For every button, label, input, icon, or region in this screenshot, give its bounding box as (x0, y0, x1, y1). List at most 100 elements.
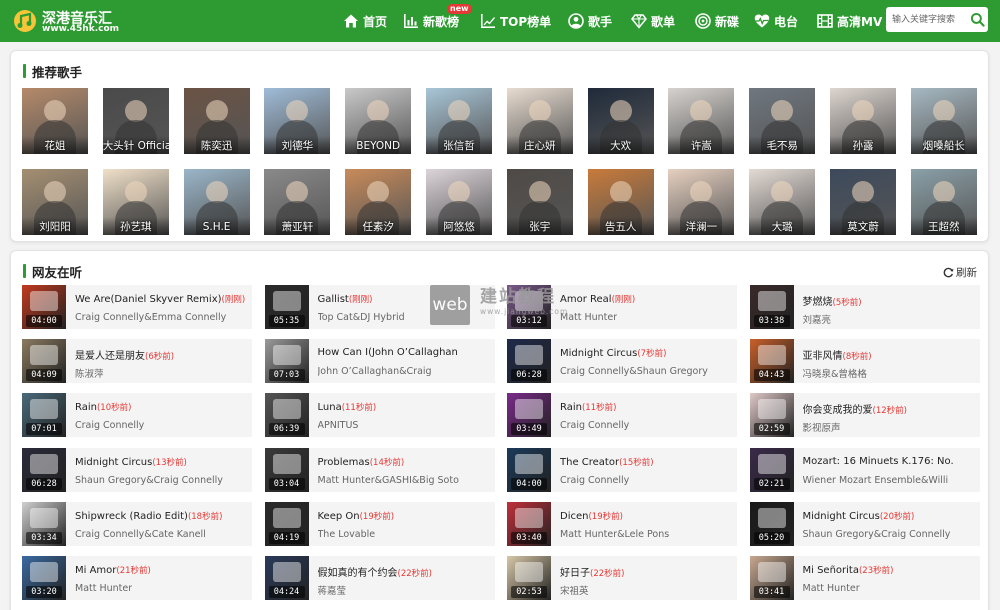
singer-photo-head (205, 100, 228, 122)
search-input[interactable] (886, 7, 966, 32)
song-title: Midnight Circus (560, 348, 638, 360)
singer-card[interactable]: 花姐 (22, 88, 88, 154)
singer-card[interactable]: 毛不易 (749, 88, 816, 154)
cover-art-detail (515, 345, 543, 366)
song-artist: The Lovable (317, 528, 376, 540)
singer-card[interactable]: 任素汐 (345, 169, 412, 235)
song-play-time: (15秒前) (619, 457, 654, 468)
song-title-line: Keep On(19秒前) (318, 510, 395, 522)
song-cover: 06:28 (22, 447, 66, 492)
singer-card[interactable]: S.H.E (183, 169, 250, 235)
song-item[interactable]: 04:09 是爱人还是朋友(6秒前) 陈淑萍 (22, 339, 252, 384)
search-icon[interactable] (970, 12, 985, 27)
song-item[interactable]: 06:28 Midnight Circus(7秒前) Craig Connelly&… (507, 339, 737, 384)
nav-top-charts[interactable]: TOP榜单 (480, 0, 551, 42)
singer-card[interactable]: 王超然 (910, 169, 977, 235)
singer-card[interactable]: 张信哲 (426, 88, 492, 154)
site-logo[interactable]: 深港音乐汇 www.45hk.com (12, 6, 122, 36)
song-title: Gallist (317, 294, 349, 305)
singer-card[interactable]: 刘德华 (264, 88, 331, 154)
singer-photo-head (44, 181, 66, 203)
song-item[interactable]: 03:04 Problemas(14秒前) Matt Hunter&GASHI&Bi… (264, 447, 495, 492)
singer-card[interactable]: 孙艺琪 (102, 169, 169, 235)
song-item[interactable]: 05:20 Midnight Circus(20秒前) Shaun Gregory&… (749, 501, 980, 546)
song-cover: 03:40 (507, 501, 551, 546)
singer-name: 阿悠悠 (426, 217, 492, 235)
cover-art-detail (30, 399, 58, 420)
singer-card[interactable]: 告五人 (587, 169, 654, 235)
song-item[interactable]: 02:59 你会变成我的爱(12秒前) 影视原声 (749, 393, 980, 438)
singer-card[interactable]: BEYOND (345, 88, 412, 154)
song-title-line: Luna(11秒前) (318, 401, 377, 413)
song-duration: 07:03 (268, 369, 305, 382)
song-item[interactable]: 06:39 Luna(11秒前) APNITUS (264, 393, 495, 438)
new-badge: new (447, 4, 472, 14)
song-play-time: (6秒前) (145, 352, 175, 363)
singer-card[interactable]: 大璐 (749, 169, 816, 235)
refresh-label: 刷新 (956, 267, 977, 279)
song-artist: 陈淑萍 (75, 369, 104, 381)
nav-radio[interactable]: 电台 (754, 0, 798, 42)
song-item[interactable]: 02:21 Mozart: 16 Minuets K.176: No. Wiener… (749, 447, 980, 492)
singer-photo-head (528, 100, 551, 122)
song-title-line: 亚非风情(8秒前) (803, 347, 872, 362)
song-cover: 03:38 (749, 285, 794, 329)
singer-name: 陈奕迅 (183, 136, 250, 154)
song-item[interactable]: 07:03 How Can I(John O’Callaghan John O’Ca… (264, 339, 495, 384)
nav-playlists[interactable]: 歌单 (631, 0, 675, 42)
song-item[interactable]: 07:01 Rain(10秒前) Craig Connelly (22, 393, 252, 438)
singer-card[interactable]: 洋澜一 (668, 169, 735, 235)
song-item[interactable]: 04:19 Keep On(19秒前) The Lovable (264, 501, 495, 546)
refresh-icon (943, 267, 954, 278)
song-item[interactable]: 04:00 We Are(Daniel Skyver Remix)(刚刚) Crai… (22, 285, 252, 329)
song-item[interactable]: 03:20 Mi Amor(21秒前) Matt Hunter (22, 556, 252, 600)
singer-card[interactable]: 庄心妍 (506, 88, 573, 154)
song-title-line: Mozart: 16 Minuets K.176: No. (803, 456, 954, 467)
singer-name: 孙艺琪 (102, 217, 169, 235)
song-duration: 04:00 (511, 477, 547, 490)
song-artist: Shaun Gregory&Craig Connelly (802, 528, 951, 540)
singer-card[interactable]: 大头针 Official (102, 88, 169, 154)
song-play-time: (11秒前) (341, 403, 377, 414)
song-item[interactable]: 06:28 Midnight Circus(13秒前) Shaun Gregory&… (22, 447, 252, 492)
song-artist: 刘嘉亮 (802, 315, 832, 326)
song-item[interactable]: 03:34 Shipwreck (Radio Edit)(18秒前) Craig C… (22, 501, 252, 546)
singer-photo-head (448, 181, 470, 203)
singer-card[interactable]: 张宇 (506, 169, 573, 235)
singer-card[interactable]: 大欢 (587, 88, 654, 154)
section-title: 推荐歌手 (32, 64, 83, 80)
nav-singers[interactable]: 歌手 (568, 0, 612, 42)
song-item[interactable]: 04:43 亚非风情(8秒前) 冯晓泉&曾格格 (749, 339, 980, 384)
nav-new-albums[interactable]: 新碟 (695, 0, 739, 42)
song-cover: 02:21 (749, 447, 794, 492)
song-item[interactable]: 04:00 The Creator(15秒前) Craig Connelly (507, 447, 737, 492)
nav-home[interactable]: 首页 (343, 0, 387, 42)
song-item[interactable]: 03:41 Mi Señorita(23秒前) Matt Hunter (749, 556, 980, 600)
singer-name: 刘德华 (264, 136, 331, 154)
song-item[interactable]: 03:49 Rain(11秒前) Craig Connelly (507, 393, 737, 438)
song-item[interactable]: 03:40 Dicen(19秒前) Matt Hunter&Lele Pons (507, 501, 737, 546)
song-play-time: (刚刚) (221, 295, 246, 305)
nav-new-songs[interactable]: 新歌榜 new (403, 0, 472, 42)
singer-card[interactable]: 陈奕迅 (183, 88, 250, 154)
cover-art-detail (30, 291, 58, 311)
song-artist: John O’Callaghan&Craig (317, 366, 432, 378)
cover-art-detail (272, 453, 301, 474)
cover-art-detail (757, 562, 786, 582)
singer-card[interactable]: 莫文蔚 (830, 169, 896, 235)
singer-card[interactable]: 许嵩 (668, 88, 735, 154)
singer-card[interactable]: 刘阳阳 (22, 169, 88, 235)
singer-photo-head (44, 100, 66, 122)
refresh-button[interactable]: 刷新 (943, 265, 977, 280)
singer-card[interactable]: 阿悠悠 (426, 169, 492, 235)
nav-hd-mv[interactable]: 高清MV (817, 0, 882, 42)
singer-card[interactable]: 萧亚轩 (264, 169, 331, 235)
singer-card[interactable]: 孙露 (830, 88, 896, 154)
section-accent-bar (23, 64, 26, 78)
song-item[interactable]: 03:38 梦燃烧(5秒前) 刘嘉亮 (749, 285, 980, 329)
singer-card[interactable]: 烟嗓船长 (910, 88, 977, 154)
song-item[interactable]: 04:24 假如真的有个约会(22秒前) 蒋嘉莹 (264, 556, 495, 600)
song-title-line: 假如真的有个约会(22秒前) (318, 564, 432, 579)
section-header: 推荐歌手 (23, 63, 83, 80)
song-item[interactable]: 02:53 好日子(22秒前) 宋祖英 (507, 556, 737, 600)
